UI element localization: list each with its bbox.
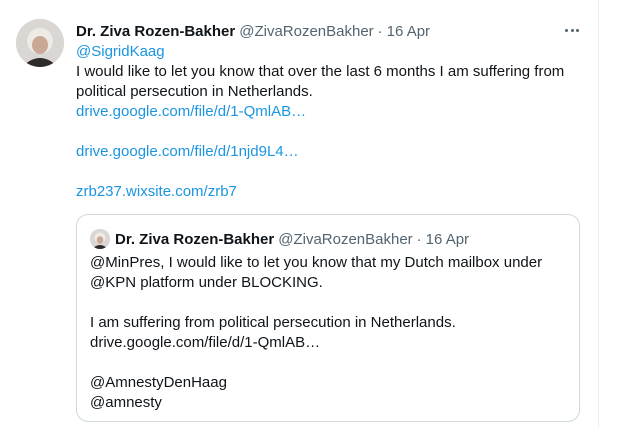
- more-horizontal-icon[interactable]: [560, 20, 584, 40]
- quoted-text-line: I am suffering from political persecutio…: [90, 314, 456, 331]
- quoted-tweet-text: @MinPres, I would like to let you know t…: [90, 253, 570, 413]
- quoted-text-line: @MinPres, I would like to let you know t…: [90, 254, 543, 271]
- drive-link-2[interactable]: drive.google.com/file/d/1njd9L4…: [76, 143, 299, 160]
- quoted-text-line: @amnesty: [90, 394, 162, 411]
- quoted-text-line: drive.google.com/file/d/1-QmlAB…: [90, 334, 321, 351]
- website-link[interactable]: zrb237.wixsite.com/zrb7: [76, 183, 237, 200]
- quoted-author-handle: @ZivaRozenBakher: [278, 230, 413, 248]
- quoted-tweet-header: Dr. Ziva Rozen-Bakher @ZivaRozenBakher ·…: [115, 229, 469, 249]
- mention-link[interactable]: @SigridKaag: [76, 43, 165, 60]
- separator-dot: ·: [377, 22, 383, 40]
- quoted-text-line: @AmnestyDenHaag: [90, 374, 227, 391]
- author-name[interactable]: Dr. Ziva Rozen-Bakher: [76, 23, 235, 40]
- tweet-text-line: political persecution in Netherlands.: [76, 83, 313, 100]
- tweet-text-line: I would like to let you know that over t…: [76, 63, 565, 80]
- drive-link-1[interactable]: drive.google.com/file/d/1-QmlAB…: [76, 103, 306, 120]
- separator-dot: ·: [416, 230, 422, 248]
- quoted-tweet[interactable]: Dr. Ziva Rozen-Bakher @ZivaRozenBakher ·…: [76, 214, 580, 422]
- avatar[interactable]: [16, 19, 64, 67]
- quoted-author-name: Dr. Ziva Rozen-Bakher: [115, 230, 275, 248]
- tweet-date[interactable]: 16 Apr: [387, 23, 430, 40]
- tweet-text: @SigridKaag I would like to let you know…: [76, 42, 586, 202]
- quoted-tweet-date: 16 Apr: [425, 230, 470, 248]
- quoted-text-line: @KPN platform under BLOCKING.: [90, 274, 323, 291]
- tweet[interactable]: Dr. Ziva Rozen-Bakher @ZivaRozenBakher ·…: [0, 0, 598, 427]
- tweet-header: Dr. Ziva Rozen-Bakher @ZivaRozenBakher ·…: [76, 21, 430, 41]
- quoted-avatar: [90, 229, 110, 249]
- author-handle[interactable]: @ZivaRozenBakher: [239, 23, 373, 40]
- timeline-border: [598, 0, 599, 427]
